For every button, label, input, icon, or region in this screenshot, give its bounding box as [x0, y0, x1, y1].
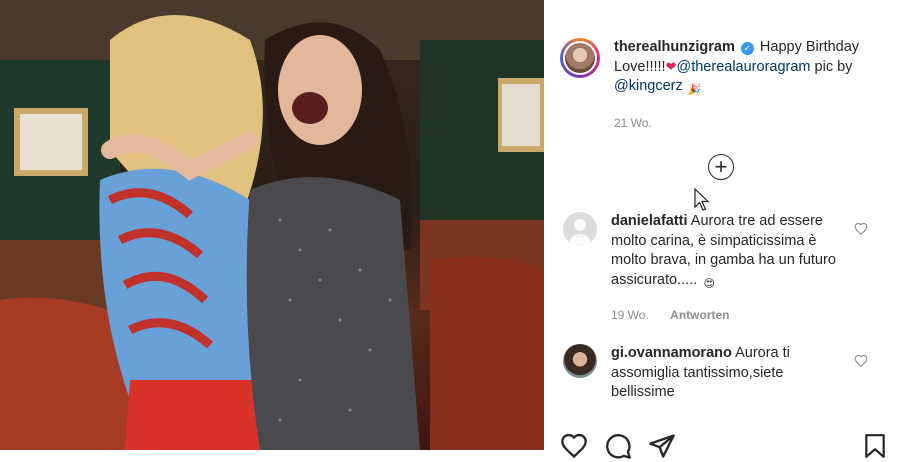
- photo-scene: [0, 0, 544, 450]
- heart-icon[interactable]: [560, 432, 588, 460]
- bookmark-icon[interactable]: [862, 432, 888, 460]
- mention-aurora[interactable]: @therealauroragram: [677, 59, 811, 75]
- commenter-avatar[interactable]: [563, 212, 597, 246]
- post-caption: therealhunzigram ✓ Happy Birthday Love!!…: [560, 38, 890, 134]
- comment-icon[interactable]: [604, 432, 632, 460]
- caption-pic-by: pic by: [814, 58, 853, 75]
- author-username[interactable]: therealhunzigram: [614, 39, 735, 55]
- heart-emoji: ❤: [665, 58, 677, 74]
- commenter-username[interactable]: danielafatti: [611, 213, 688, 229]
- comment-item: danielafatti Aurora tre ad essere molto …: [560, 212, 890, 325]
- heart-eyes-emoji: 😍: [703, 277, 715, 290]
- comment-item: gi.ovannamorano Aurora ti assomiglia tan…: [560, 344, 890, 403]
- cursor-icon: [694, 188, 710, 211]
- load-more-comments-button[interactable]: +: [708, 154, 734, 180]
- author-avatar[interactable]: [560, 38, 600, 78]
- post-action-bar: [560, 432, 890, 462]
- share-icon[interactable]: [648, 432, 676, 460]
- verified-badge-icon: ✓: [740, 42, 754, 55]
- caption-text-block: therealhunzigram ✓ Happy Birthday Love!!…: [614, 38, 890, 134]
- party-emoji: 🎉: [687, 84, 702, 96]
- plus-circle-icon: +: [714, 154, 728, 179]
- reply-button[interactable]: Antworten: [670, 308, 729, 322]
- post-side-panel: therealhunzigram ✓ Happy Birthday Love!!…: [544, 0, 900, 459]
- like-comment-heart-icon[interactable]: [854, 354, 868, 368]
- like-comment-heart-icon[interactable]: [854, 222, 868, 236]
- post-age: 21 Wo.: [614, 116, 652, 130]
- commenter-avatar[interactable]: [563, 344, 597, 378]
- commenter-username[interactable]: gi.ovannamorano: [611, 345, 732, 361]
- mention-kingcerz[interactable]: @kingcerz: [614, 78, 683, 94]
- post-photo[interactable]: [0, 0, 544, 450]
- comment-age: 19 Wo.: [611, 307, 649, 322]
